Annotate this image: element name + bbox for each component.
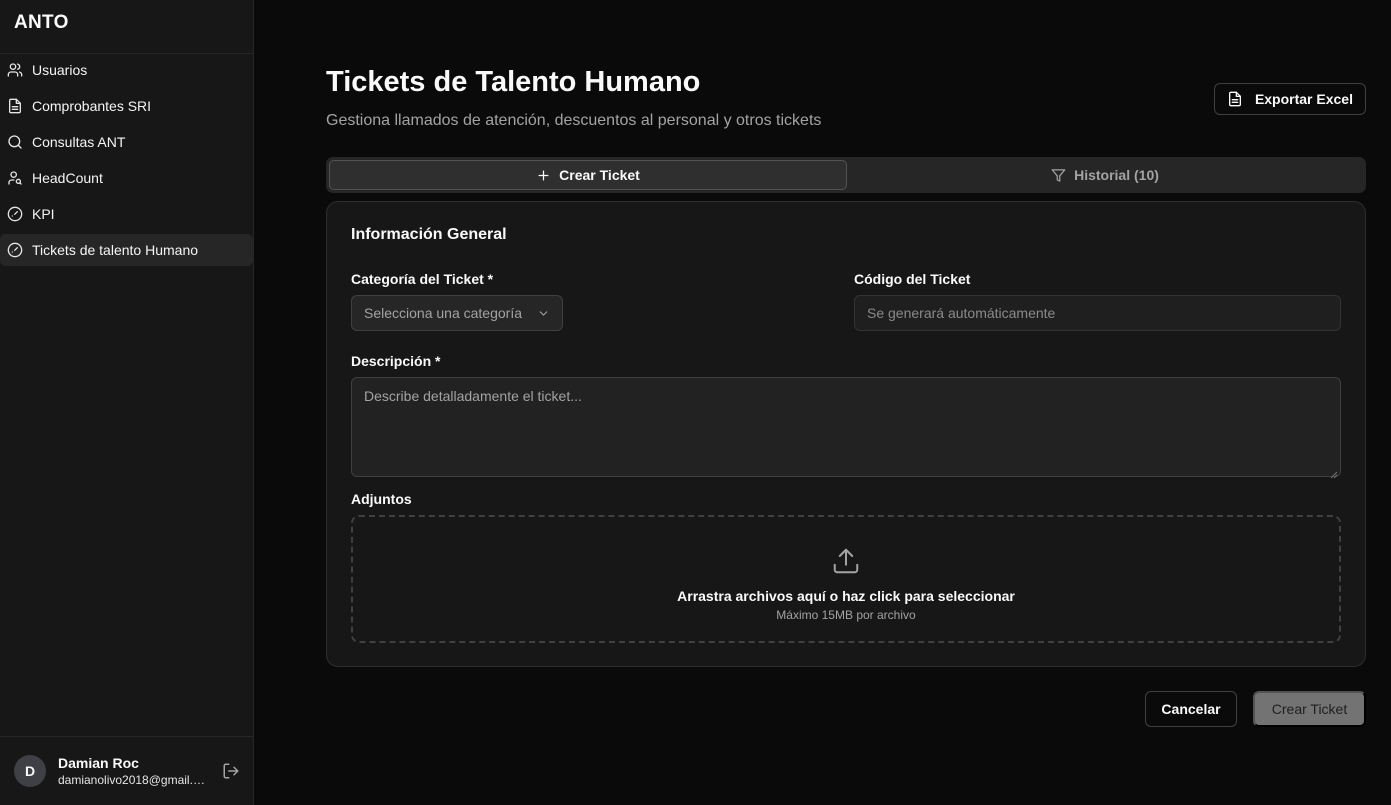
category-placeholder: Selecciona una categoría <box>364 305 522 321</box>
sidebar-item-comprobantes-sri[interactable]: Comprobantes SRI <box>0 90 253 122</box>
dropzone-size-limit: Máximo 15MB por archivo <box>776 608 916 622</box>
filter-icon <box>1051 168 1066 183</box>
file-text-icon <box>1227 91 1243 107</box>
description-label: Descripción * <box>351 353 441 369</box>
export-excel-button[interactable]: Exportar Excel <box>1213 83 1366 115</box>
cancel-button[interactable]: Cancelar <box>1145 691 1237 727</box>
search-icon <box>7 134 23 150</box>
sidebar-item-consultas-ant[interactable]: Consultas ANT <box>0 126 253 158</box>
page-subtitle: Gestiona llamados de atención, descuento… <box>326 112 822 129</box>
sidebar: ANTO Usuarios Comprobantes SRI Consultas… <box>0 0 254 805</box>
sidebar-item-label: HeadCount <box>32 170 103 186</box>
logout-icon[interactable] <box>222 762 240 780</box>
gauge-icon <box>7 242 23 258</box>
user-info: Damian Roc damianolivo2018@gmail.com <box>58 755 210 787</box>
code-field[interactable]: Se generará automáticamente <box>854 295 1341 331</box>
tabs: Crear Ticket Historial (10) <box>326 157 1366 193</box>
tab-historial[interactable]: Historial (10) <box>847 160 1363 190</box>
attachments-label: Adjuntos <box>351 491 412 507</box>
file-text-icon <box>7 98 23 114</box>
code-placeholder: Se generará automáticamente <box>867 305 1056 321</box>
users-icon <box>7 62 23 78</box>
sidebar-item-label: KPI <box>32 206 55 222</box>
user-email: damianolivo2018@gmail.com <box>58 773 210 787</box>
description-textarea[interactable]: Describe detalladamente el ticket... <box>351 377 1341 479</box>
user-name: Damian Roc <box>58 755 139 771</box>
avatar[interactable]: D <box>14 755 46 787</box>
code-label: Código del Ticket <box>854 271 971 287</box>
plus-icon <box>536 168 551 183</box>
chevron-down-icon <box>537 307 550 320</box>
dropzone-instruction: Arrastra archivos aquí o haz click para … <box>677 588 1015 604</box>
brand-logo: ANTO <box>0 0 253 54</box>
sidebar-item-kpi[interactable]: KPI <box>0 198 253 230</box>
export-label: Exportar Excel <box>1254 91 1353 107</box>
category-label: Categoría del Ticket * <box>351 271 494 287</box>
user-search-icon <box>7 170 23 186</box>
user-profile: D Damian Roc damianolivo2018@gmail.com <box>0 736 254 805</box>
sidebar-item-label: Tickets de talento Humano <box>32 242 199 258</box>
tab-label: Historial (10) <box>1074 167 1159 183</box>
ticket-form-card: Información General Categoría del Ticket… <box>326 201 1366 667</box>
sidebar-item-tickets-talento-humano[interactable]: Tickets de talento Humano <box>0 234 253 266</box>
sidebar-item-headcount[interactable]: HeadCount <box>0 162 253 194</box>
tab-crear-ticket[interactable]: Crear Ticket <box>329 160 847 190</box>
sidebar-nav: Usuarios Comprobantes SRI Consultas ANT … <box>0 54 254 270</box>
category-select[interactable]: Selecciona una categoría <box>351 295 563 331</box>
sidebar-item-usuarios[interactable]: Usuarios <box>0 54 253 86</box>
sidebar-item-label: Usuarios <box>32 62 88 78</box>
tab-label: Crear Ticket <box>559 167 640 183</box>
section-title: Información General <box>351 226 507 243</box>
page-title: Tickets de Talento Humano <box>326 66 701 98</box>
resize-handle-icon[interactable] <box>1330 466 1338 479</box>
upload-icon <box>831 546 861 576</box>
sidebar-item-label: Consultas ANT <box>32 134 126 150</box>
gauge-icon <box>7 206 23 222</box>
create-ticket-button[interactable]: Crear Ticket <box>1253 691 1366 727</box>
file-dropzone[interactable]: Arrastra archivos aquí o haz click para … <box>351 515 1341 643</box>
sidebar-item-label: Comprobantes SRI <box>32 98 152 114</box>
description-placeholder: Describe detalladamente el ticket... <box>364 388 582 404</box>
